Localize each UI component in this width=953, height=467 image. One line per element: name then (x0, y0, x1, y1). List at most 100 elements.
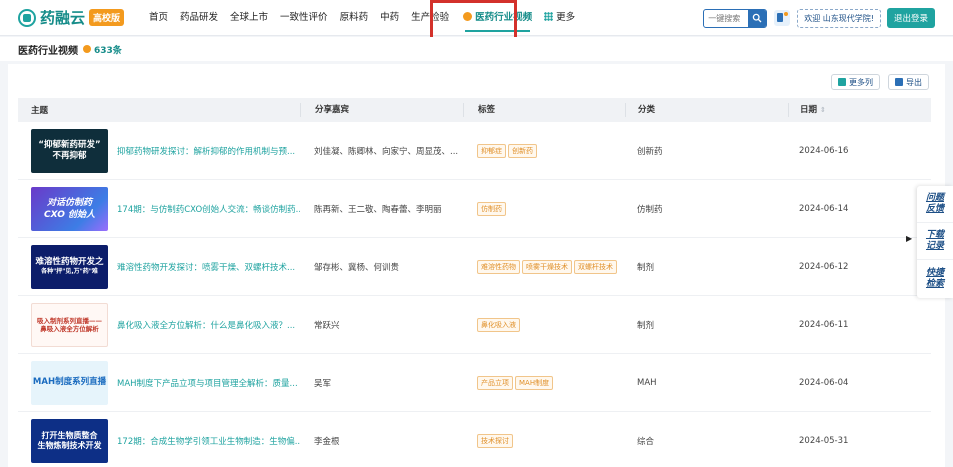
search-input[interactable] (704, 13, 749, 23)
record-count: 633条 (94, 45, 122, 56)
brand-badge: 高校版 (89, 9, 125, 26)
tags-cell: 仿制药 (463, 200, 625, 218)
topic-link[interactable]: MAH制度下产品立项与项目管理全解析：质量... (117, 377, 300, 389)
date-cell: 2024-05-31 (799, 435, 849, 446)
nav-item-industry-video[interactable]: 医药行业视频 (455, 0, 538, 36)
header-guest: 分享嘉宾 (300, 103, 463, 117)
header-date[interactable]: 日期 ⇕ (788, 103, 931, 117)
tag[interactable]: 创新药 (508, 143, 537, 158)
nav-item-more-label: 更多 (556, 11, 576, 23)
table-toolbar: 更多列 导出 (823, 74, 929, 90)
tag[interactable]: 产品立项 (477, 375, 513, 390)
nav-item-production[interactable]: 生产检验 (405, 0, 455, 36)
feedback-label: 问题反馈 (925, 193, 944, 214)
thumb-line: 各种"抨"见,万"药"难 (41, 267, 98, 275)
guest-cell: 吴军 (314, 378, 332, 389)
header-tools: 欢迎 山东现代学院! 退出登录 (703, 8, 935, 28)
collapse-arrow-icon[interactable]: ▶ (906, 234, 916, 246)
video-thumbnail[interactable]: MAH制度系列直播 (31, 360, 108, 405)
tag[interactable]: 仿制药 (477, 201, 506, 216)
thumb-line: 不再抑郁 (52, 150, 87, 161)
top-navigation: 药融云 高校版 首页 药品研发 全球上市 一致性评价 原料药 中药 生产检验 医… (0, 0, 953, 36)
topic-cell: 吸入制剂系列直播—— 鼻吸入液全方位解析 鼻化吸入液全方位解析：什么是鼻化吸入液？… (18, 302, 300, 347)
topic-link[interactable]: 鼻化吸入液全方位解析：什么是鼻化吸入液？... (117, 319, 300, 331)
tag[interactable]: 鼻化吸入液 (477, 317, 520, 332)
download-record-label: 下载记录 (925, 230, 944, 251)
welcome-text: 欢迎 山东现代学院! (797, 8, 881, 28)
guest-cell: 邹存彬、冀杨、何训贵 (314, 262, 400, 273)
tag[interactable]: 双螺杆技术 (574, 259, 617, 274)
logout-button[interactable]: 退出登录 (886, 8, 935, 28)
table-row[interactable]: 打开生物质整合 生物炼制技术开发 172期：合成生物学引领工业生物制造：生物偏..… (18, 412, 931, 467)
category-cell: 综合 (637, 436, 655, 447)
date-cell: 2024-06-14 (799, 203, 849, 214)
topic-link[interactable]: 抑郁药物研发探讨：解析抑郁的作用机制与预... (117, 145, 300, 157)
tag[interactable]: MAH制度 (515, 375, 554, 390)
thumb-line: 吸入制剂系列直播—— (37, 316, 102, 325)
main-nav: 首页 药品研发 全球上市 一致性评价 原料药 中药 生产检验 医药行业视频 更多 (143, 0, 581, 36)
video-thumbnail[interactable]: 对话仿制药 CXO 创始人 (31, 186, 108, 231)
video-thumbnail[interactable]: 吸入制剂系列直播—— 鼻吸入液全方位解析 (31, 302, 108, 347)
page-title-bar: 医药行业视频 633条 (0, 37, 953, 61)
thumb-line: 难溶性药物开发之 (35, 256, 104, 267)
tag[interactable]: 技术探讨 (477, 433, 513, 448)
export-button[interactable]: 导出 (888, 74, 929, 90)
nav-item-api[interactable]: 原料药 (334, 0, 375, 36)
page-title: 医药行业视频 (18, 45, 78, 57)
topic-link[interactable]: 174期：与仿制药CXO创始人交流：畅谈仿制药... (117, 203, 300, 215)
topic-cell: 难溶性药物开发之 各种"抨"见,万"药"难 难溶性药物开发探讨：喷雾干燥、双螺杆技… (18, 244, 300, 289)
thumb-line: 打开生物质整合 (41, 430, 98, 440)
header-category: 分类 (625, 103, 788, 117)
table-row[interactable]: MAH制度系列直播 MAH制度下产品立项与项目管理全解析：质量... 吴军 产品… (18, 354, 931, 412)
float-panel: 问题反馈 下载记录 快捷检索 (917, 186, 953, 298)
brand-name: 药融云 (40, 9, 86, 27)
thumb-line: 生物炼制技术开发 (37, 440, 102, 450)
nav-item-consistency[interactable]: 一致性评价 (274, 0, 334, 36)
topic-cell: 打开生物质整合 生物炼制技术开发 172期：合成生物学引领工业生物制造：生物偏..… (18, 418, 300, 463)
sort-icon[interactable]: ⇕ (820, 106, 826, 114)
thumb-line: 鼻吸入液全方位解析 (40, 324, 99, 333)
topic-cell: “抑郁新药研发” 不再抑郁 抑郁药物研发探讨：解析抑郁的作用机制与预... (18, 128, 300, 173)
guest-cell: 常跃兴 (314, 320, 340, 331)
thumb-line: MAH制度系列直播 (32, 377, 107, 387)
tag[interactable]: 难溶性药物 (477, 259, 520, 274)
table-row[interactable]: 难溶性药物开发之 各种"抨"见,万"药"难 难溶性药物开发探讨：喷雾干燥、双螺杆技… (18, 238, 931, 296)
count-icon (83, 45, 91, 53)
video-thumbnail[interactable]: 难溶性药物开发之 各种"抨"见,万"药"难 (31, 244, 108, 289)
guest-cell: 刘佳凝、陈卿林、向家宁、周显茂、... (314, 146, 459, 157)
tag[interactable]: 抑郁症 (477, 143, 506, 158)
feedback-button[interactable]: 问题反馈 (917, 186, 953, 223)
download-record-button[interactable]: 下载记录 (917, 223, 953, 260)
nav-item-home[interactable]: 首页 (143, 0, 174, 36)
brand-logo[interactable]: 药融云 高校版 (18, 7, 140, 28)
user-center-icon[interactable] (774, 10, 791, 26)
table-row[interactable]: 吸入制剂系列直播—— 鼻吸入液全方位解析 鼻化吸入液全方位解析：什么是鼻化吸入液？… (18, 296, 931, 354)
header-topic: 主题 (31, 106, 49, 116)
search-icon (752, 13, 762, 23)
grid-icon (544, 11, 554, 21)
tags-cell: 抑郁症 创新药 (463, 142, 625, 160)
header-tags: 标签 (463, 103, 625, 117)
video-thumbnail[interactable]: 打开生物质整合 生物炼制技术开发 (31, 418, 108, 463)
search-box (703, 8, 768, 28)
nav-item-drug-rd[interactable]: 药品研发 (174, 0, 224, 36)
nav-item-global-market[interactable]: 全球上市 (224, 0, 274, 36)
category-cell: 制剂 (637, 262, 655, 273)
more-columns-label: 更多列 (849, 77, 873, 87)
quick-search-button[interactable]: 快捷检索 (917, 260, 953, 297)
nav-item-more[interactable]: 更多 (538, 0, 581, 36)
tag[interactable]: 喷雾干燥技术 (522, 259, 572, 274)
more-columns-button[interactable]: 更多列 (831, 74, 880, 90)
topic-link[interactable]: 难溶性药物开发探讨：喷雾干燥、双螺杆技术... (117, 261, 300, 273)
guest-cell: 陈再新、王二敬、陶春蕾、李明丽 (314, 204, 442, 215)
nav-item-tcm[interactable]: 中药 (374, 0, 405, 36)
main-panel: 更多列 导出 主题 分享嘉宾 标签 分类 日期 ⇕ “抑郁新药研发” 不再抑郁 抑郁… (8, 64, 945, 467)
tags-cell: 产品立项 MAH制度 (463, 374, 625, 392)
header-date-label: 日期 (800, 105, 818, 115)
topic-link[interactable]: 172期：合成生物学引领工业生物制造：生物偏... (117, 435, 300, 447)
table-row[interactable]: “抑郁新药研发” 不再抑郁 抑郁药物研发探讨：解析抑郁的作用机制与预... 刘佳凝… (18, 122, 931, 180)
table-row[interactable]: 对话仿制药 CXO 创始人 174期：与仿制药CXO创始人交流：畅谈仿制药... … (18, 180, 931, 238)
video-thumbnail[interactable]: “抑郁新药研发” 不再抑郁 (31, 128, 108, 173)
search-button[interactable] (748, 9, 767, 27)
columns-icon (838, 78, 846, 86)
